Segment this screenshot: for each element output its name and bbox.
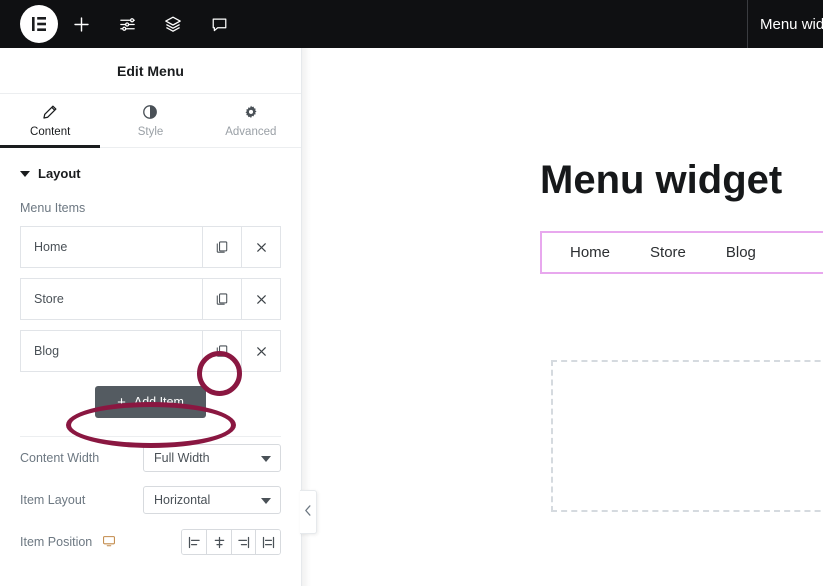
panel-tabs: Content Style Advanced xyxy=(0,94,301,148)
panel-collapse-handle[interactable] xyxy=(300,490,317,534)
tab-content-label: Content xyxy=(30,125,71,138)
add-item-button[interactable]: + Add Item xyxy=(95,386,206,418)
duplicate-icon[interactable] xyxy=(202,331,241,371)
document-title[interactable]: Menu widget xyxy=(760,0,823,48)
page-title: Edit Menu xyxy=(117,62,184,79)
tab-advanced-label: Advanced xyxy=(225,125,277,138)
menu-link-home[interactable]: Home xyxy=(570,244,610,261)
desktop-icon[interactable] xyxy=(102,534,116,551)
navigator-layers-icon[interactable] xyxy=(150,0,196,48)
plus-icon: + xyxy=(117,393,126,411)
content-width-value: Full Width xyxy=(154,451,210,465)
chevron-down-icon xyxy=(261,498,271,504)
top-bar-divider xyxy=(747,0,748,48)
chevron-left-icon xyxy=(304,503,312,521)
page-preview-canvas: Menu widget Home Store Blog xyxy=(311,48,823,586)
content-width-select[interactable]: Full Width xyxy=(143,444,281,472)
align-stretch-icon[interactable] xyxy=(255,530,280,554)
menu-link-blog[interactable]: Blog xyxy=(726,244,756,261)
align-center-icon[interactable] xyxy=(206,530,231,554)
menu-item-title[interactable]: Home xyxy=(21,227,202,267)
empty-dropzone[interactable] xyxy=(551,360,823,512)
add-item-container: + Add Item xyxy=(20,386,281,418)
gear-icon xyxy=(243,104,259,120)
control-item-layout: Item Layout Horizontal xyxy=(0,479,301,521)
menu-item-title[interactable]: Store xyxy=(21,279,202,319)
item-position-label-wrap: Item Position xyxy=(20,534,143,551)
chevron-down-icon xyxy=(261,456,271,462)
tab-style-label: Style xyxy=(137,125,164,138)
close-x-icon[interactable] xyxy=(241,331,280,371)
pencil-icon xyxy=(42,104,58,120)
align-start-icon[interactable] xyxy=(182,530,207,554)
layout-section: Layout Menu Items Home Store Blog + Add … xyxy=(0,148,301,437)
table-row[interactable]: Home xyxy=(20,226,281,268)
duplicate-icon[interactable] xyxy=(202,279,241,319)
menu-item-title[interactable]: Blog xyxy=(21,331,202,371)
table-row[interactable]: Store xyxy=(20,278,281,320)
item-layout-value: Horizontal xyxy=(154,493,211,507)
add-element-icon[interactable] xyxy=(58,0,104,48)
item-position-label: Item Position xyxy=(20,535,93,549)
editor-settings-panel: Edit Menu Content Style Advanced Layout … xyxy=(0,48,302,586)
contrast-half-circle-icon xyxy=(142,104,158,120)
item-layout-select[interactable]: Horizontal xyxy=(143,486,281,514)
duplicate-icon[interactable] xyxy=(202,227,241,267)
close-x-icon[interactable] xyxy=(241,279,280,319)
panel-header: Edit Menu xyxy=(0,48,301,94)
tab-content[interactable]: Content xyxy=(0,94,101,148)
tab-advanced[interactable]: Advanced xyxy=(201,94,301,147)
item-layout-label: Item Layout xyxy=(20,493,86,507)
content-width-label: Content Width xyxy=(20,451,100,465)
chevron-down-icon xyxy=(20,170,30,177)
menu-widget-selected[interactable]: Home Store Blog xyxy=(540,231,823,274)
settings-sliders-icon[interactable] xyxy=(104,0,150,48)
add-item-label: Add Item xyxy=(133,395,184,409)
item-position-choices xyxy=(181,529,281,555)
control-item-position: Item Position xyxy=(0,521,301,563)
elementor-logo-icon[interactable] xyxy=(20,5,58,43)
elementor-editor: Menu widget Edit Menu Content xyxy=(0,0,823,586)
tab-style[interactable]: Style xyxy=(100,94,200,147)
align-end-icon[interactable] xyxy=(230,530,256,554)
layout-section-header[interactable]: Layout xyxy=(20,166,281,181)
top-bar-actions xyxy=(0,0,242,48)
editor-top-bar: Menu widget xyxy=(0,0,823,48)
preview-heading: Menu widget xyxy=(540,158,783,202)
table-row[interactable]: Blog xyxy=(20,330,281,372)
comments-icon[interactable] xyxy=(196,0,242,48)
control-content-width: Content Width Full Width xyxy=(0,437,301,479)
layout-section-title: Layout xyxy=(38,166,81,181)
menu-items-label: Menu Items xyxy=(20,201,86,215)
menu-link-store[interactable]: Store xyxy=(650,244,686,261)
close-x-icon[interactable] xyxy=(241,227,280,267)
